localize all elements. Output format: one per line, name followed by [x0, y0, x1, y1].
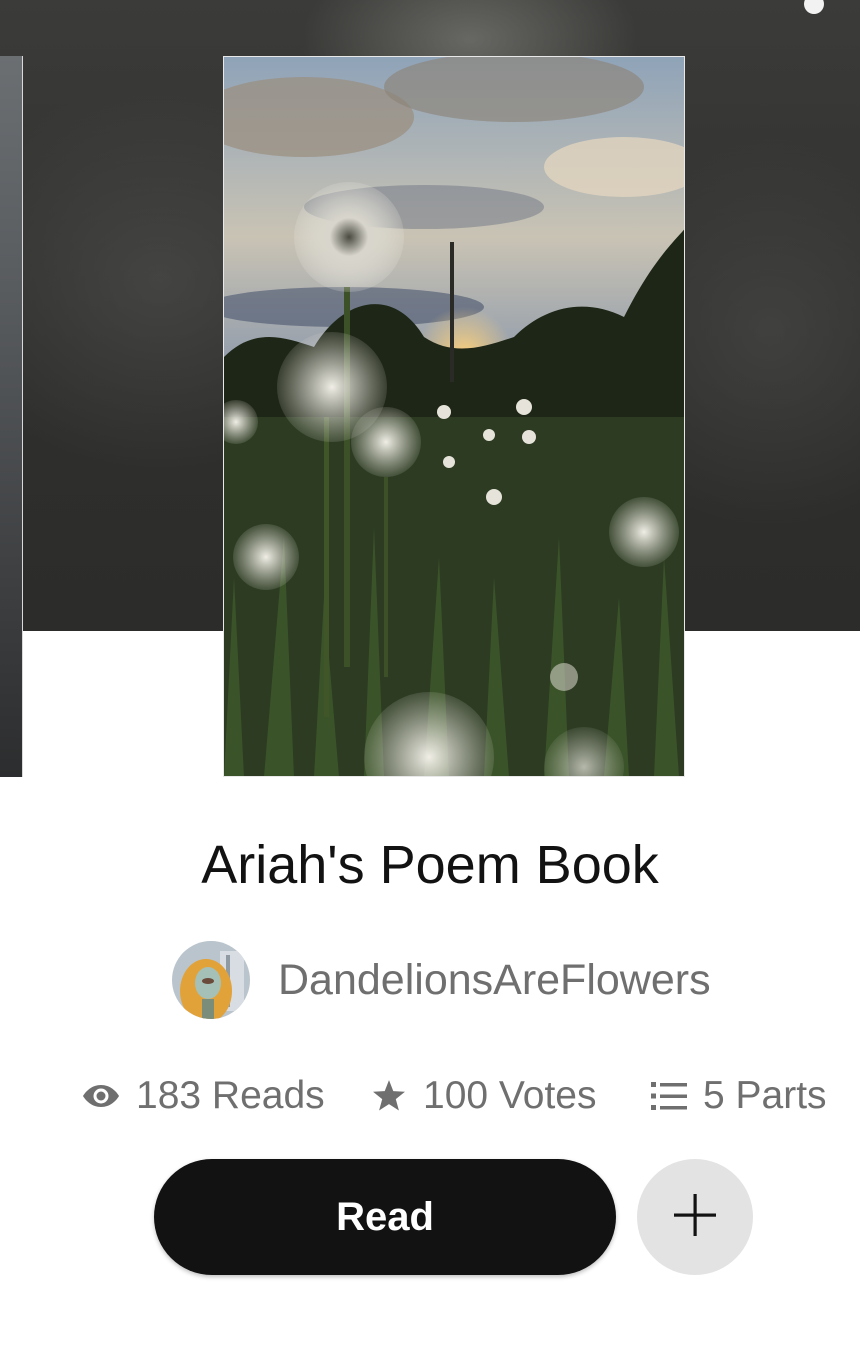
previous-story-cover[interactable]: [0, 56, 23, 777]
parts-count: 5 Parts: [703, 1074, 827, 1117]
list-icon: [651, 1081, 687, 1111]
eye-icon: [82, 1083, 120, 1109]
votes-stat: 100 Votes: [371, 1066, 596, 1126]
story-stats: 183 Reads 100 Votes 5 Parts: [0, 1066, 860, 1126]
author-avatar[interactable]: [172, 941, 250, 1019]
parts-stat: 5 Parts: [651, 1066, 827, 1126]
cover-image: [224, 57, 684, 776]
author-row[interactable]: DandelionsAreFlowers: [172, 940, 711, 1020]
story-cover[interactable]: [223, 56, 685, 777]
add-to-library-button[interactable]: [637, 1159, 753, 1275]
star-icon: [371, 1079, 407, 1113]
story-title: Ariah's Poem Book: [201, 835, 659, 895]
plus-icon: [673, 1193, 717, 1242]
author-name[interactable]: DandelionsAreFlowers: [278, 956, 711, 1005]
reads-stat: 183 Reads: [82, 1066, 325, 1126]
votes-count: 100 Votes: [423, 1074, 597, 1117]
reads-count: 183 Reads: [136, 1074, 325, 1117]
read-button[interactable]: Read: [154, 1159, 616, 1275]
